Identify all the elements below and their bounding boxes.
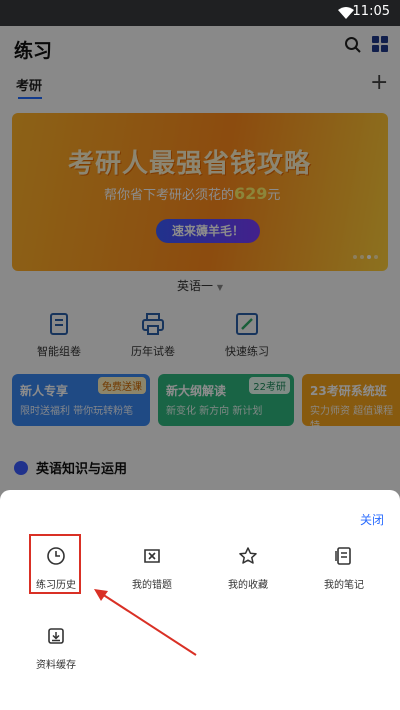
wrong-questions-icon: [144, 549, 160, 563]
bottom-sheet: 关闭 练习历史 我的错题 我的收藏 我的笔记 资料缓存: [0, 490, 400, 710]
sheet-item-favorites[interactable]: 我的收藏: [208, 546, 288, 591]
status-bar: 11:05: [0, 0, 400, 26]
sheet-item-cache[interactable]: 资料缓存: [16, 626, 96, 671]
star-icon: [239, 547, 257, 564]
close-button[interactable]: 关闭: [360, 511, 384, 528]
sheet-item-notes[interactable]: 我的笔记: [304, 546, 384, 591]
sheet-item-label: 我的错题: [132, 580, 172, 591]
notes-icon: [335, 547, 351, 565]
sheet-item-label: 我的收藏: [228, 580, 268, 591]
sheet-item-label: 我的笔记: [324, 580, 364, 591]
download-icon: [48, 628, 64, 644]
sheet-item-label: 资料缓存: [36, 660, 76, 671]
sheet-item-wrong-questions[interactable]: 我的错题: [112, 546, 192, 591]
highlight-box: [29, 534, 81, 594]
status-time: 11:05: [352, 4, 390, 19]
